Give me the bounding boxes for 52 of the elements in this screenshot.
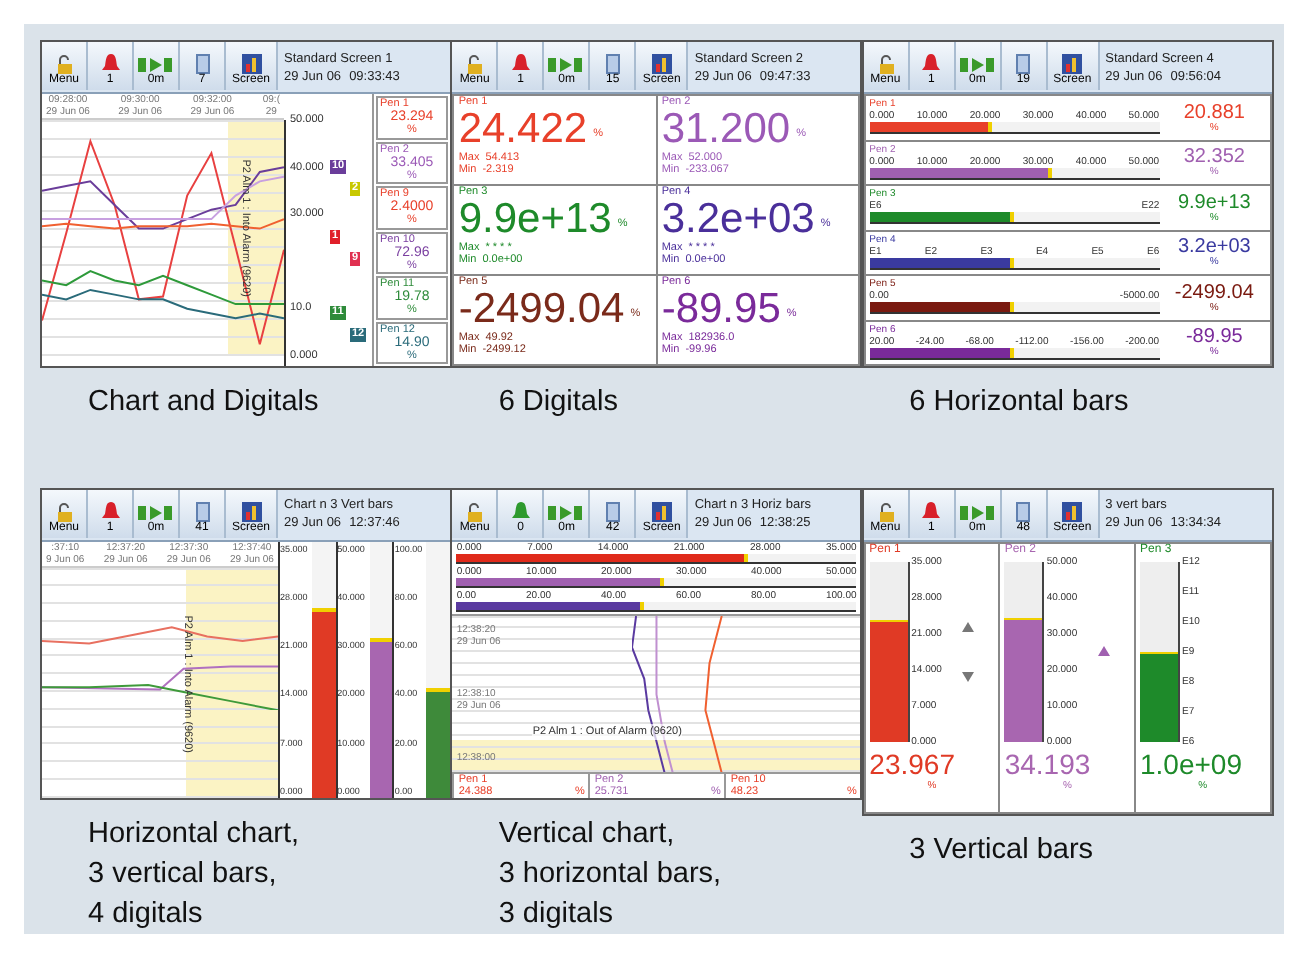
lock-icon <box>54 54 74 74</box>
down-triangle-icon <box>962 671 975 681</box>
bar-chart-icon <box>1062 501 1083 521</box>
pen-value: 1.0e+09 <box>1140 747 1244 779</box>
pen-value: 3.2e+03 <box>1177 236 1251 259</box>
pen-value: 31.200 <box>661 108 791 152</box>
record-icon <box>138 56 174 74</box>
pen-value: -89.95 <box>661 288 781 332</box>
up-triangle-icon <box>962 621 975 631</box>
lock-icon <box>464 501 485 521</box>
lock-icon <box>875 54 896 74</box>
lock-icon <box>54 501 74 521</box>
caption-text: Horizontal chart, <box>88 816 302 854</box>
record-icon <box>959 56 996 74</box>
caption-text: Chart and Digitals <box>88 384 321 422</box>
caption-text: 3 horizontal bars, <box>498 856 724 894</box>
caption-text: 6 Horizontal bars <box>909 384 1131 422</box>
bar-chart-icon <box>241 54 261 74</box>
caption-text: Vertical chart, <box>498 816 677 854</box>
caption-text: 3 vertical bars, <box>88 856 279 894</box>
caption-text: 3 Vertical bars <box>909 831 1096 869</box>
bar-chart-icon <box>651 54 672 74</box>
pen-value: 32.352 <box>1183 146 1245 169</box>
pen-value: -2499.04 <box>458 288 625 332</box>
pen-value: 9.9e+13 <box>1177 191 1251 214</box>
pen-value: 34.193 <box>1004 747 1093 779</box>
caption-text: 3 digitals <box>498 896 616 934</box>
document-icon <box>605 54 620 74</box>
bar-chart-icon <box>1062 54 1083 74</box>
bar-chart-icon <box>651 501 672 521</box>
caption-text: 4 digitals <box>88 896 205 934</box>
bar-chart-icon <box>241 501 261 521</box>
caption-text: 6 Digitals <box>498 384 620 422</box>
pen-value: -89.95 <box>1185 326 1243 349</box>
up-triangle-icon <box>1097 646 1110 656</box>
pen-value: 23.967 <box>869 747 957 779</box>
document-icon <box>195 54 209 74</box>
document-icon <box>1016 54 1031 74</box>
pen-value: 3.2e+03 <box>661 198 815 242</box>
document-icon <box>1016 501 1031 521</box>
document-icon <box>605 501 620 521</box>
lock-icon <box>464 54 485 74</box>
record-icon <box>548 503 585 521</box>
record-icon <box>959 503 996 521</box>
pen-value: 24.422 <box>458 108 588 152</box>
lock-icon <box>875 501 896 521</box>
record-icon <box>138 503 174 521</box>
record-icon <box>548 56 585 74</box>
pen-value: 20.881 <box>1183 101 1245 124</box>
pen-value: 9.9e+13 <box>458 198 612 242</box>
pen-value: -2499.04 <box>1174 281 1254 304</box>
document-icon <box>195 501 209 521</box>
